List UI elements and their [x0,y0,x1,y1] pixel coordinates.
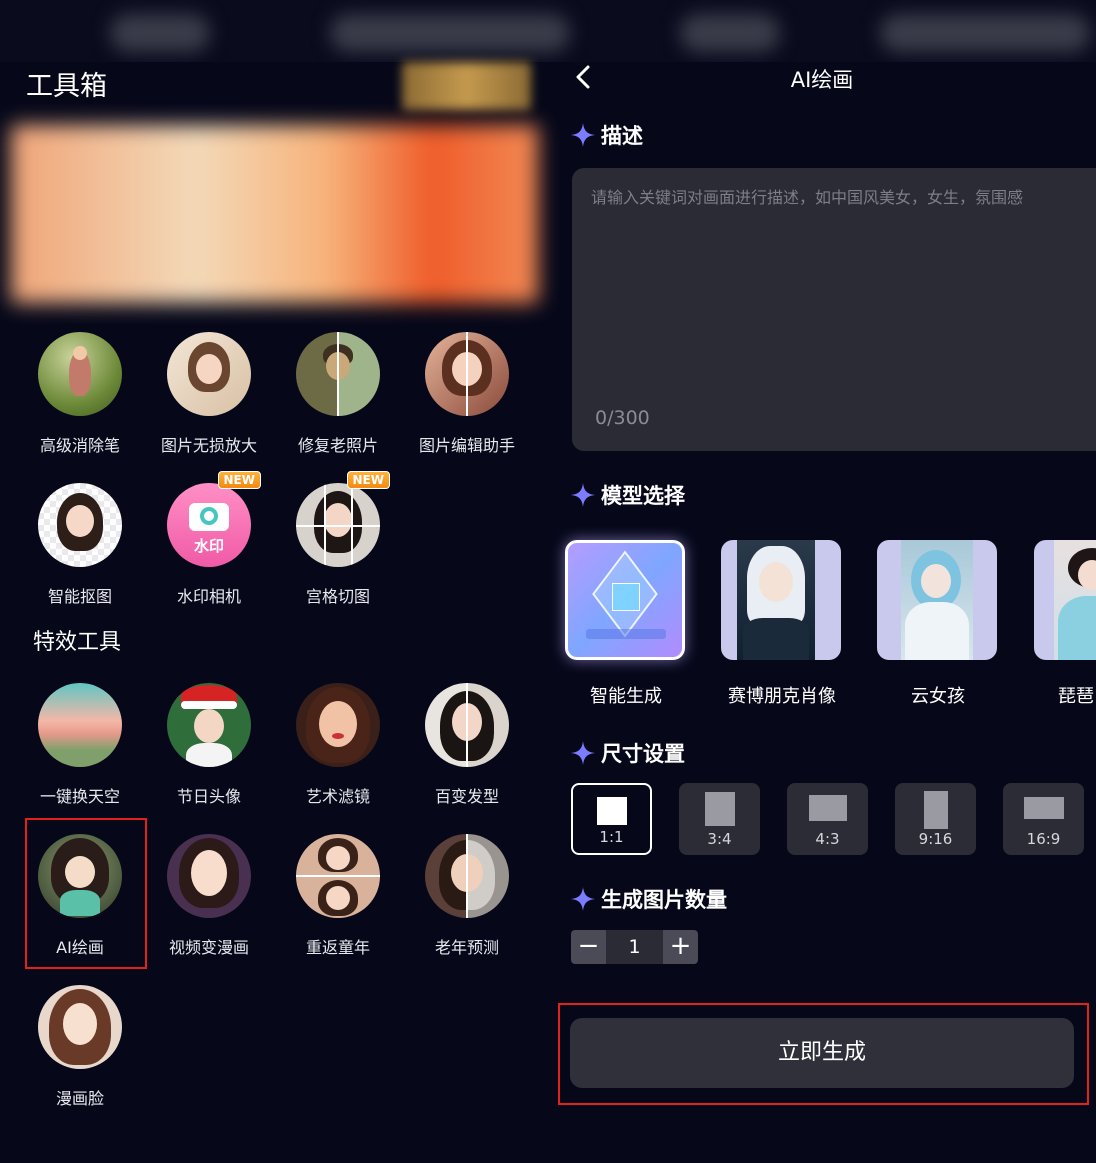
size-label: 1:1 [599,828,624,846]
cutout-thumbnail [38,483,122,567]
description-input[interactable] [591,186,1096,386]
tool-label: 宫格切图 [305,587,370,606]
tool-image-edit-assistant[interactable]: 图片编辑助手 [402,332,532,456]
effects-section-title: 特效工具 [33,630,122,655]
size-heading: 尺寸设置 [601,742,685,766]
char-count: 0/300 [595,407,650,429]
cloud-girl-thumbnail [877,540,997,660]
new-badge: NEW [217,471,261,489]
quantity-stepper: − 1 + [571,930,698,964]
comic-face-thumbnail [38,985,122,1069]
edit-assistant-thumbnail [425,332,509,416]
size-option-16-9[interactable]: 16:9 [1003,783,1084,855]
tool-label: 漫画脸 [55,1089,104,1108]
blurred-banner[interactable] [11,125,538,303]
effect-video-to-comic[interactable]: 视频变漫画 [144,834,274,958]
effect-comic-face[interactable]: 漫画脸 [15,985,145,1109]
tool-restore-old-photo[interactable]: 修复老照片 [273,332,403,456]
sparkle-icon [571,483,595,507]
model-label: 赛博朋克肖像 [728,686,836,707]
size-option-9-16[interactable]: 9:16 [895,783,976,855]
ratio-9-16-icon [923,791,948,829]
increment-button[interactable]: + [663,930,698,964]
sparkle-icon [571,741,595,765]
aging-thumbnail [425,834,509,918]
eraser-thumbnail [38,332,122,416]
tool-lossless-upscale[interactable]: 图片无损放大 [144,332,274,456]
video-comic-thumbnail [167,834,251,918]
tool-smart-cutout[interactable]: 智能抠图 [15,483,145,607]
model-pipa[interactable]: 琵琶 [1034,540,1096,730]
size-label: 4:3 [815,830,840,848]
tool-advanced-eraser[interactable]: 高级消除笔 [15,332,145,456]
effect-holiday-avatar[interactable]: 节日头像 [144,683,274,807]
hairstyle-thumbnail [425,683,509,767]
tool-label: 高级消除笔 [39,436,120,455]
size-option-4-3[interactable]: 4:3 [787,783,868,855]
toolbox-title: 工具箱 [26,71,107,102]
model-cyberpunk-portrait[interactable]: 赛博朋克肖像 [721,540,843,708]
model-label: 云女孩 [911,686,965,707]
tool-label: 水印相机 [176,587,241,606]
quantity-value[interactable]: 1 [606,930,663,964]
effect-hairstyle[interactable]: 百变发型 [402,683,532,807]
ratio-4-3-icon [808,795,847,821]
blurred-badge [402,62,531,110]
restore-thumbnail [296,332,380,416]
effect-art-filter[interactable]: 艺术滤镜 [273,683,403,807]
sparkle-icon [571,887,595,911]
size-label: 3:4 [707,830,732,848]
size-option-1-1[interactable]: 1:1 [571,783,652,855]
sky-thumbnail [38,683,122,767]
tool-label: 一键换天空 [39,787,120,806]
ai-painting-highlight [25,818,147,969]
model-cloud-girl[interactable]: 云女孩 [877,540,999,708]
description-box [572,168,1096,451]
tool-watermark-camera[interactable]: 水印 NEW 水印相机 [144,471,274,607]
holiday-thumbnail [167,683,251,767]
ratio-16-9-icon [1023,797,1064,819]
art-filter-thumbnail [296,683,380,767]
smart-generate-cube-icon [565,540,685,660]
tool-label: 艺术滤镜 [305,787,370,806]
pipa-thumbnail [1034,540,1096,660]
watermark-camera-icon: 水印 [167,483,251,567]
effect-aging-prediction[interactable]: 老年预测 [402,834,532,958]
childhood-thumbnail [296,834,380,918]
tool-label: 视频变漫画 [168,938,249,957]
size-option-3-4[interactable]: 3:4 [679,783,760,855]
tool-label: 节日头像 [176,787,241,806]
tool-label: 修复老照片 [297,436,378,455]
sparkle-icon [571,123,595,147]
grid-split-thumbnail [296,483,380,567]
cyberpunk-thumbnail [721,540,841,660]
tool-label: 图片无损放大 [160,436,257,455]
watermark-icon-text: 水印 [193,537,224,555]
effect-sky-replace[interactable]: 一键换天空 [15,683,145,807]
toolbox-panel: 工具箱 高级消除笔 图片无损放大 修复老照片 图片编辑助手 智能抠图 水印 NE… [0,0,552,1163]
ratio-1-1-icon [596,797,627,825]
generate-button[interactable]: 立即生成 [570,1018,1074,1088]
upscale-thumbnail [167,332,251,416]
tool-label: 百变发型 [434,787,499,806]
ratio-3-4-icon [704,792,735,826]
count-heading: 生成图片数量 [601,888,727,912]
tool-label: 老年预测 [434,938,499,957]
new-badge: NEW [346,471,390,489]
effect-back-to-childhood[interactable]: 重返童年 [273,834,403,958]
description-heading: 描述 [601,124,643,148]
back-arrow-icon[interactable] [572,62,598,92]
model-smart-generate[interactable]: 智能生成 [565,540,687,708]
model-label: 智能生成 [590,686,662,707]
tool-label: 智能抠图 [47,587,112,606]
page-title: AI绘画 [790,68,854,92]
tool-grid-split[interactable]: NEW 宫格切图 [273,471,403,607]
size-label: 16:9 [1026,830,1061,848]
size-label: 9:16 [918,830,953,848]
tool-label: 图片编辑助手 [418,436,515,455]
model-heading: 模型选择 [601,484,685,508]
tool-label: 重返童年 [305,938,370,957]
decrement-button[interactable]: − [571,930,606,964]
model-label: 琵琶 [1058,686,1094,707]
